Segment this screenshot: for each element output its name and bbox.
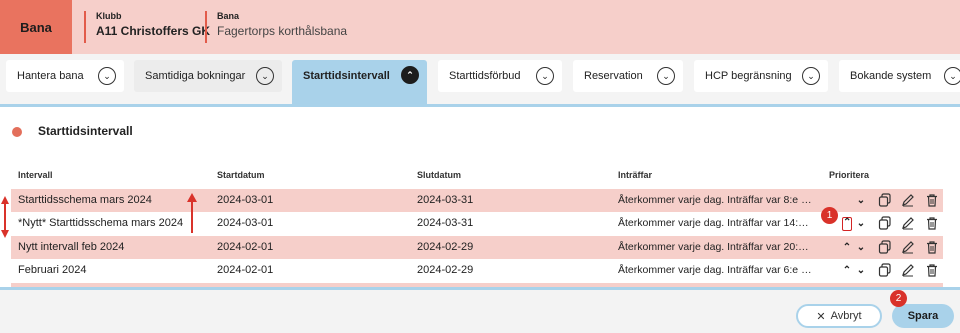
chevron-down-icon: ⌄ [944,67,960,85]
end-date-cell: 2024-02-29 [417,241,474,253]
table-row[interactable]: Starttidsschema mars 2024 2024-03-01 202… [11,189,943,212]
move-down-icon[interactable]: ⌄ [856,195,866,206]
chevron-down-icon: ⌄ [98,67,116,85]
end-date-cell: 2024-02-29 [417,264,474,276]
save-button[interactable]: Spara [892,304,954,328]
copy-icon[interactable] [878,240,892,254]
tab-label: Reservation [584,70,643,82]
priority-controls: ⌃ ⌄ [842,239,874,256]
trash-icon[interactable] [925,263,939,277]
copy-icon[interactable] [878,193,892,207]
tab-label: Bokande system [850,70,932,82]
annotation-arrow-up [187,193,197,233]
course-info: Bana Fagertorps korthålsbana [205,11,347,43]
tab-bar: Hantera bana ⌄ Samtidiga bokningar ⌄ Sta… [0,54,960,106]
end-date-cell: 2024-03-31 [417,217,474,229]
chevron-down-icon: ⌄ [256,67,274,85]
club-label: Klubb [96,11,122,21]
copy-icon[interactable] [878,263,892,277]
course-value: Fagertorps korthålsbana [217,24,348,38]
tab-label: Hantera bana [17,70,84,82]
section-dot-icon [12,127,22,137]
column-header-start: Startdatum [217,170,265,180]
tab-label: HCP begränsning [705,70,792,82]
occurs-cell: Återkommer varje dag. Inträffar var 6:e … [618,264,812,276]
tab-underline [0,104,960,107]
cancel-label: Avbryt [830,310,862,322]
course-label: Bana [217,11,240,21]
annotation-marker-2: 2 [890,290,907,307]
edit-icon[interactable] [901,263,915,277]
edit-icon[interactable] [901,216,915,230]
start-date-cell: 2024-03-01 [217,194,274,206]
copy-icon[interactable] [878,216,892,230]
column-header-end: Slutdatum [417,170,461,180]
tab-samtidiga-bokningar[interactable]: Samtidiga bokningar ⌄ [134,60,282,92]
chevron-down-icon: ⌄ [657,67,675,85]
move-down-icon[interactable]: ⌄ [856,265,866,276]
tab-label: Starttidsintervall [303,70,390,82]
priority-controls: ⌃ ⌄ [842,262,874,279]
occurs-cell: Återkommer varje dag. Inträffar var 8:e … [618,194,812,206]
table-row[interactable]: *Nytt* Starttidsschema mars 2024 2024-03… [11,212,943,235]
chevron-down-icon: ⌄ [536,67,554,85]
section-title: Starttidsintervall [38,124,133,138]
column-header-priority: Prioritera [829,170,870,180]
move-down-icon[interactable]: ⌄ [856,218,866,229]
priority-controls: ⌃ ⌄ [842,215,874,232]
move-up-icon[interactable]: ⌃ [842,216,852,231]
tab-bokande-system[interactable]: Bokande system ⌄ [839,60,960,92]
start-date-cell: 2024-03-01 [217,217,274,229]
move-down-icon[interactable]: ⌄ [856,242,866,253]
trash-icon[interactable] [925,216,939,230]
occurs-cell: Återkommer varje dag. Inträffar var 14:e… [618,217,812,229]
chevron-up-icon: ⌃ [401,66,419,84]
tab-hcp-begransning[interactable]: HCP begränsning ⌄ [694,60,828,92]
edit-icon[interactable] [901,240,915,254]
tab-reservation[interactable]: Reservation ⌄ [573,60,683,92]
move-up-icon[interactable]: ⌃ [842,242,852,253]
section-badge: Bana [0,0,72,54]
table-row[interactable]: Februari 2024 2024-02-01 2024-02-29 Åter… [11,259,943,282]
cancel-button[interactable]: ✕ Avbryt [796,304,882,328]
column-header-interval: Intervall [18,170,53,180]
interval-cell: Februari 2024 [18,264,87,276]
chevron-down-icon: ⌄ [802,67,820,85]
interval-cell: *Nytt* Starttidsschema mars 2024 [18,217,184,229]
club-info: Klubb A11 Christoffers GK [84,11,210,43]
table-row[interactable]: Nytt intervall feb 2024 2024-02-01 2024-… [11,236,943,259]
edit-icon[interactable] [901,193,915,207]
tab-label: Samtidiga bokningar [145,70,246,82]
priority-controls: ⌃ ⌄ [842,192,874,209]
end-date-cell: 2024-03-31 [417,194,474,206]
trash-icon[interactable] [925,240,939,254]
start-date-cell: 2024-02-01 [217,264,274,276]
page-header: Bana Klubb A11 Christoffers GK Bana Fage… [0,0,960,54]
tab-hantera-bana[interactable]: Hantera bana ⌄ [6,60,124,92]
interval-cell: Starttidsschema mars 2024 [18,194,152,206]
trash-icon[interactable] [925,193,939,207]
club-value: A11 Christoffers GK [96,24,211,38]
tab-starttidsintervall[interactable]: Starttidsintervall ⌃ [292,60,427,106]
annotation-marker-1: 1 [821,207,838,224]
interval-cell: Nytt intervall feb 2024 [18,241,125,253]
tab-label: Starttidsförbud [449,70,521,82]
start-date-cell: 2024-02-01 [217,241,274,253]
column-header-occurs: Inträffar [618,170,653,180]
annotation-arrow-left [1,196,9,238]
move-up-icon[interactable]: ⌃ [842,265,852,276]
occurs-cell: Återkommer varje dag. Inträffar var 20:e… [618,241,812,253]
tab-starttidsforbud[interactable]: Starttidsförbud ⌄ [438,60,562,92]
close-icon: ✕ [816,310,826,323]
